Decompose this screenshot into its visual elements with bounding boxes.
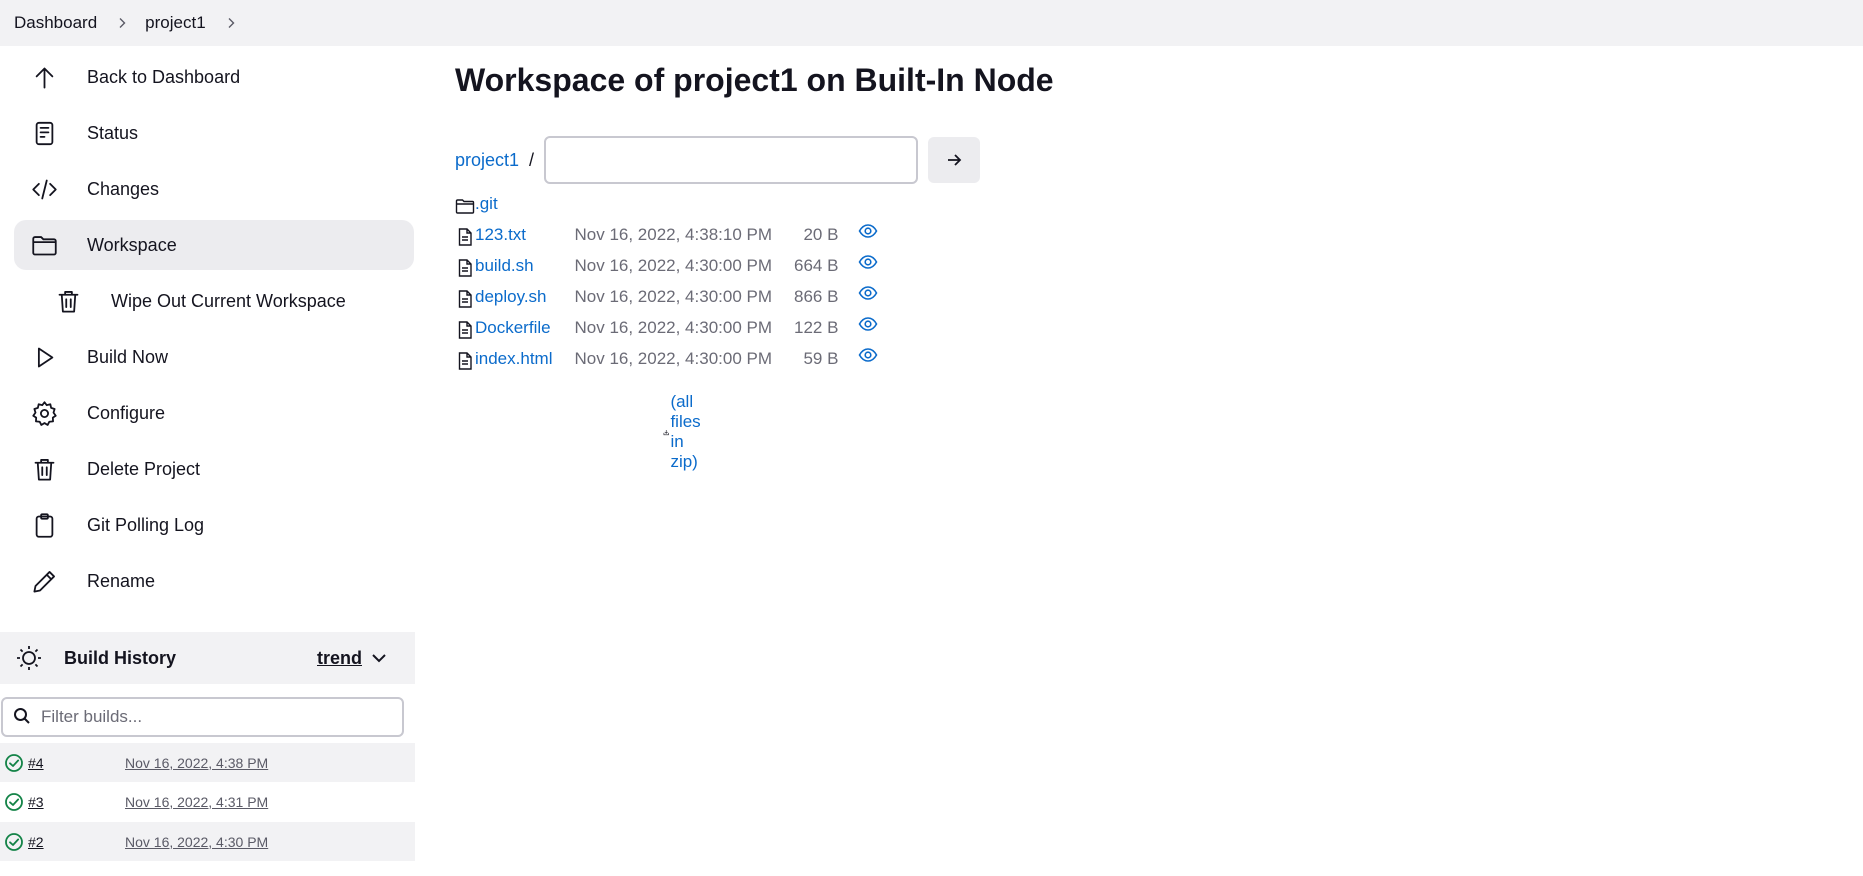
view-icon[interactable] <box>858 281 878 312</box>
sidebar-item-label: Workspace <box>87 234 177 255</box>
file-row: Dockerfile Nov 16, 2022, 4:30:00 PM 122 … <box>455 312 878 343</box>
file-icon <box>455 343 475 374</box>
view-icon[interactable] <box>858 312 878 343</box>
file-size: 866 B <box>794 286 839 306</box>
sidebar-item-label: Back to Dashboard <box>87 66 241 87</box>
sidebar-item-git-polling-log[interactable]: Git Polling Log <box>14 500 414 550</box>
build-number-link[interactable]: #3 <box>28 794 125 810</box>
file-link[interactable]: build.sh <box>475 256 534 275</box>
document-icon <box>30 119 58 147</box>
success-check-icon <box>4 792 24 812</box>
success-check-icon <box>4 832 24 852</box>
sidebar-item-workspace[interactable]: Workspace <box>14 220 414 270</box>
filter-builds-field[interactable] <box>1 697 404 737</box>
play-icon <box>30 343 58 371</box>
download-icon <box>663 429 669 435</box>
download-zip-label: (all files in zip) <box>670 392 701 471</box>
file-list: .git 123.txt Nov 16, 2022, 4:38:10 PM 20… <box>455 188 878 374</box>
file-icon <box>455 312 475 343</box>
file-link[interactable]: deploy.sh <box>475 287 547 306</box>
file-size: 20 B <box>803 224 839 244</box>
file-date: Nov 16, 2022, 4:30:00 PM <box>574 317 773 337</box>
file-size: 664 B <box>794 255 839 275</box>
file-link[interactable]: Dockerfile <box>475 318 551 337</box>
path-input[interactable] <box>544 136 919 184</box>
build-date-link[interactable]: Nov 16, 2022, 4:31 PM <box>125 794 268 810</box>
file-row: .git <box>455 188 878 219</box>
search-icon <box>13 707 33 727</box>
code-icon <box>30 175 58 203</box>
download-zip-link[interactable]: (all files in zip) <box>663 392 711 472</box>
view-icon[interactable] <box>858 219 878 250</box>
build-history-icon <box>14 643 44 673</box>
build-history-title: Build History <box>64 647 177 668</box>
file-link[interactable]: .git <box>475 194 498 213</box>
go-button[interactable] <box>928 137 981 183</box>
trash-icon <box>30 455 58 483</box>
breadcrumb: Dashboard project1 <box>0 0 1863 46</box>
file-date: Nov 16, 2022, 4:30:00 PM <box>574 348 773 368</box>
build-row: #2 Nov 16, 2022, 4:30 PM <box>0 822 415 861</box>
folder-icon <box>30 231 58 259</box>
sidebar-item-build-now[interactable]: Build Now <box>14 332 414 382</box>
file-link[interactable]: index.html <box>475 349 552 368</box>
build-date-link[interactable]: Nov 16, 2022, 4:30 PM <box>125 834 268 850</box>
build-number-link[interactable]: #4 <box>28 755 125 771</box>
chevron-right-icon <box>116 17 128 29</box>
file-row: 123.txt Nov 16, 2022, 4:38:10 PM 20 B <box>455 219 878 250</box>
chevron-down-icon[interactable] <box>370 649 388 667</box>
build-row: #4 Nov 16, 2022, 4:38 PM <box>0 743 415 782</box>
file-icon <box>455 250 475 281</box>
file-icon <box>455 281 475 312</box>
file-date: Nov 16, 2022, 4:38:10 PM <box>574 224 773 244</box>
file-row: index.html Nov 16, 2022, 4:30:00 PM 59 B <box>455 343 878 374</box>
file-row: build.sh Nov 16, 2022, 4:30:00 PM 664 B <box>455 250 878 281</box>
view-icon[interactable] <box>858 343 878 374</box>
sidebar-item-label: Git Polling Log <box>87 514 205 535</box>
file-date: Nov 16, 2022, 4:30:00 PM <box>574 255 773 275</box>
sidebar-item-configure[interactable]: Configure <box>14 388 414 438</box>
sidebar-item-label: Configure <box>87 402 166 423</box>
sidebar-item-status[interactable]: Status <box>14 108 414 158</box>
sidebar-item-label: Changes <box>87 178 160 199</box>
trend-link[interactable]: trend <box>317 648 362 669</box>
build-date-link[interactable]: Nov 16, 2022, 4:38 PM <box>125 755 268 771</box>
sidebar-item-changes[interactable]: Changes <box>14 164 414 214</box>
folder-icon <box>455 188 475 219</box>
view-icon[interactable] <box>858 250 878 281</box>
path-separator: / <box>529 149 535 170</box>
page-title: Workspace of project1 on Built-In Node <box>455 62 1054 98</box>
file-icon <box>455 219 475 250</box>
gear-icon <box>30 399 58 427</box>
breadcrumb-dashboard[interactable]: Dashboard <box>14 13 97 33</box>
success-check-icon <box>4 753 24 773</box>
sidebar-item-label: Status <box>87 122 139 143</box>
sidebar-item-label: Rename <box>87 570 156 591</box>
file-date: Nov 16, 2022, 4:30:00 PM <box>574 286 773 306</box>
build-history-header: Build History trend <box>0 632 415 684</box>
file-size: 122 B <box>794 317 839 337</box>
file-size: 59 B <box>803 348 839 368</box>
sidebar-item-wipe-out-workspace[interactable]: Wipe Out Current Workspace <box>14 276 414 326</box>
build-row: #3 Nov 16, 2022, 4:31 PM <box>0 782 415 821</box>
workspace-path-bar: project1 / <box>455 136 981 184</box>
pencil-icon <box>30 567 58 595</box>
arrow-right-icon <box>948 154 962 166</box>
sidebar-item-back-to-dashboard[interactable]: Back to Dashboard <box>14 52 414 102</box>
sidebar-item-delete-project[interactable]: Delete Project <box>14 444 414 494</box>
filter-builds-input[interactable] <box>41 707 381 727</box>
sidebar-item-label: Build Now <box>87 346 169 367</box>
arrow-up-icon <box>30 63 58 91</box>
sidebar-item-label: Delete Project <box>87 458 201 479</box>
clipboard-icon <box>30 511 58 539</box>
build-number-link[interactable]: #2 <box>28 834 125 850</box>
chevron-right-icon[interactable] <box>225 17 237 29</box>
file-row: deploy.sh Nov 16, 2022, 4:30:00 PM 866 B <box>455 281 878 312</box>
sidebar-item-rename[interactable]: Rename <box>14 556 414 606</box>
trash-icon <box>54 287 82 315</box>
breadcrumb-project1[interactable]: project1 <box>145 13 205 33</box>
path-root-link[interactable]: project1 <box>455 150 519 171</box>
file-link[interactable]: 123.txt <box>475 225 526 244</box>
sidebar-item-label: Wipe Out Current Workspace <box>111 290 346 311</box>
